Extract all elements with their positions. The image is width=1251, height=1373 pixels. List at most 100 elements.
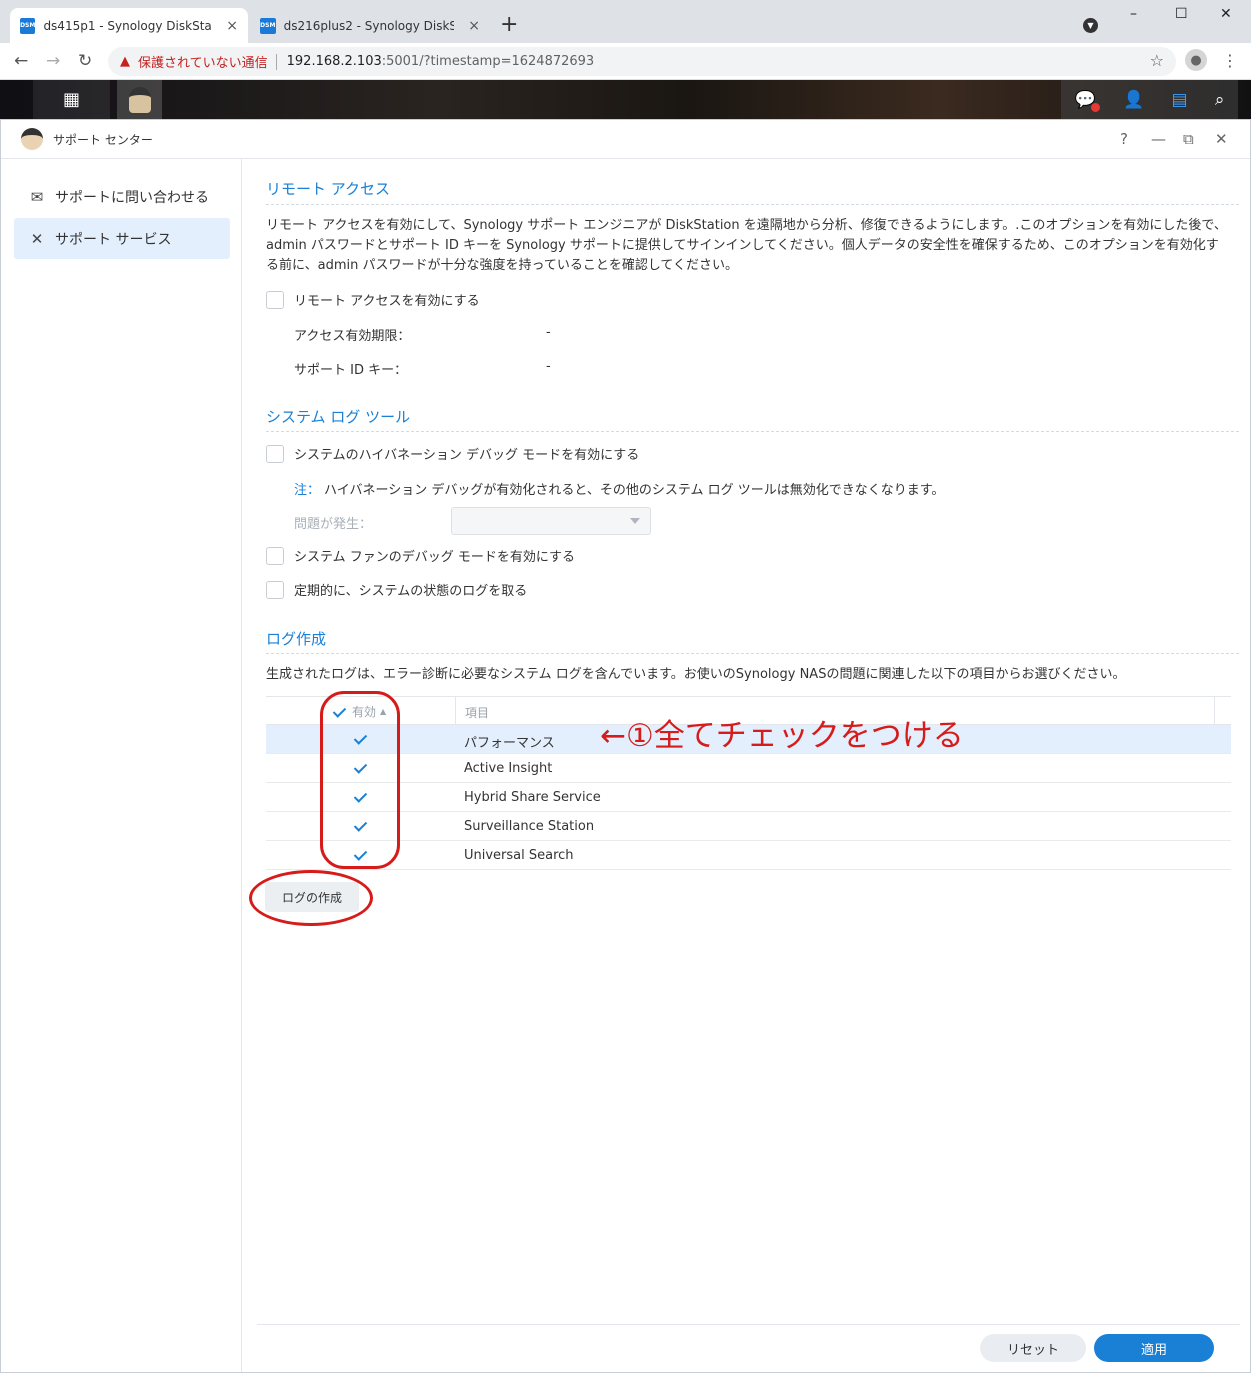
chevron-down-icon bbox=[630, 518, 640, 524]
section-divider bbox=[266, 653, 1239, 654]
hibernation-debug-option[interactable]: システムのハイバネーション デバッグ モードを有効にする bbox=[266, 444, 639, 463]
main-menu-grid-icon: ▦ bbox=[62, 89, 80, 110]
row-item-label: パフォーマンス bbox=[464, 736, 555, 751]
sidebar-item-support-services[interactable]: ✕ サポート サービス bbox=[14, 218, 230, 259]
periodic-log-checkbox[interactable] bbox=[266, 580, 284, 599]
hibernation-note: 注： ハイバネーション デバッグが有効化されると、その他のシステム ログ ツールは… bbox=[294, 479, 944, 498]
section-divider bbox=[266, 204, 1239, 205]
hibernation-debug-checkbox[interactable] bbox=[266, 444, 284, 463]
log-generation-description: 生成されたログは、エラー診断に必要なシステム ログを含んでいます。お使いのSyn… bbox=[266, 667, 1126, 682]
dsm-favicon-icon: DSM bbox=[20, 17, 36, 34]
user-icon[interactable]: 👤 bbox=[1123, 90, 1144, 110]
main-menu-button[interactable]: ▦ bbox=[33, 80, 110, 119]
reload-button[interactable]: ↻ bbox=[78, 51, 92, 71]
table-row[interactable]: Universal Search bbox=[266, 841, 1231, 870]
browser-tabbar: DSM ds415p1 - Synology DiskStation × DSM… bbox=[0, 0, 1251, 43]
checkbox-label: システム ファンのデバッグ モードを有効にする bbox=[294, 550, 576, 565]
remote-access-checkbox[interactable] bbox=[266, 290, 284, 309]
fan-debug-option[interactable]: システム ファンのデバッグ モードを有効にする bbox=[266, 546, 575, 565]
dsm-favicon-icon: DSM bbox=[260, 17, 276, 34]
restore-button[interactable]: ⧉ bbox=[1183, 130, 1194, 148]
tab-ds415p1[interactable]: DSM ds415p1 - Synology DiskStation × bbox=[10, 8, 248, 43]
sidebar-item-label: サポートに問い合わせる bbox=[55, 189, 209, 206]
dsm-taskbar: ▦ 💬 👤 ▤ ⌕ bbox=[0, 80, 1251, 119]
divider bbox=[275, 53, 277, 70]
tab-close-icon[interactable]: × bbox=[468, 18, 480, 34]
url-host: 192.168.2.103 bbox=[286, 54, 382, 69]
widgets-icon[interactable]: ▤ bbox=[1172, 90, 1188, 110]
annotation-oval-generate-button bbox=[249, 870, 373, 926]
annotation-text: ←①全てチェックをつける bbox=[600, 718, 964, 754]
dsm-tray: 💬 👤 ▤ ⌕ bbox=[1061, 80, 1238, 119]
minimize-button[interactable]: — bbox=[1151, 130, 1166, 148]
remote-access-description: リモート アクセスを有効にして、Synology サポート エンジニアが Dis… bbox=[266, 218, 1227, 273]
support-center-taskbar-button[interactable] bbox=[117, 80, 162, 119]
window-maximize-button[interactable]: ☐ bbox=[1175, 6, 1188, 22]
section-title-remote-access: リモート アクセス bbox=[266, 180, 391, 198]
section-title-log-generation: ログ作成 bbox=[266, 630, 327, 648]
table-row[interactable]: Active Insight bbox=[266, 754, 1231, 783]
forward-button[interactable]: → bbox=[46, 51, 60, 71]
remote-access-option[interactable]: リモート アクセスを有効にする bbox=[266, 290, 480, 309]
url-path: :5001/?timestamp=1624872693 bbox=[381, 54, 595, 69]
access-expiry-label: アクセス有効期限： bbox=[294, 329, 411, 344]
column-divider bbox=[455, 697, 456, 725]
browser-toolbar: ← → ↻ ▲ 保護されていない通信 192.168.2.103 :5001/?… bbox=[0, 43, 1251, 80]
help-button[interactable]: ? bbox=[1120, 130, 1128, 148]
support-id-value: - bbox=[546, 359, 551, 374]
search-icon[interactable]: ⌕ bbox=[1215, 90, 1225, 110]
new-tab-button[interactable]: + bbox=[500, 12, 518, 37]
support-center-app-icon bbox=[128, 86, 151, 113]
fan-debug-checkbox[interactable] bbox=[266, 546, 284, 565]
tab-ds216plus2[interactable]: DSM ds216plus2 - Synology DiskStatio × bbox=[250, 8, 490, 43]
checkbox-label: 定期的に、システムの状態のログを取る bbox=[294, 584, 528, 599]
support-id-label: サポート ID キー： bbox=[294, 363, 408, 378]
notification-dot bbox=[1090, 102, 1100, 112]
mail-icon: ✉ bbox=[30, 187, 44, 206]
apply-button[interactable]: 適用 bbox=[1094, 1334, 1214, 1362]
window-minimize-button[interactable]: – bbox=[1130, 6, 1137, 22]
footer-divider bbox=[257, 1324, 1240, 1325]
tools-icon: ✕ bbox=[30, 229, 44, 248]
bookmark-star-icon[interactable]: ☆ bbox=[1150, 51, 1164, 70]
tab-title: ds216plus2 - Synology DiskStatio bbox=[283, 18, 455, 33]
window-titlebar: サポート センター ? — ⧉ ✕ bbox=[1, 120, 1250, 159]
back-button[interactable]: ← bbox=[14, 51, 28, 71]
row-item-label: Universal Search bbox=[464, 848, 574, 863]
row-item-label: Hybrid Share Service bbox=[464, 790, 601, 805]
note-text: ハイバネーション デバッグが有効化されると、その他のシステム ログ ツールは無効… bbox=[324, 483, 945, 498]
sidebar-item-contact-support[interactable]: ✉ サポートに問い合わせる bbox=[14, 176, 230, 217]
section-title-system-log: システム ログ ツール bbox=[266, 408, 411, 426]
table-row[interactable]: Hybrid Share Service bbox=[266, 783, 1231, 812]
close-button[interactable]: ✕ bbox=[1215, 130, 1228, 148]
address-bar[interactable]: ▲ 保護されていない通信 192.168.2.103 :5001/?timest… bbox=[108, 47, 1176, 76]
sidebar-item-label: サポート サービス bbox=[55, 231, 172, 248]
periodic-log-option[interactable]: 定期的に、システムの状態のログを取る bbox=[266, 580, 527, 599]
checkbox-label: システムのハイバネーション デバッグ モードを有効にする bbox=[294, 448, 640, 463]
checkbox-label: リモート アクセスを有効にする bbox=[294, 294, 480, 309]
tab-close-icon[interactable]: × bbox=[226, 18, 238, 34]
access-expiry-value: - bbox=[546, 325, 551, 340]
issue-occurred-select[interactable] bbox=[451, 507, 651, 535]
tab-title: ds415p1 - Synology DiskStation bbox=[43, 18, 212, 33]
menu-kebab-icon[interactable]: ⋮ bbox=[1222, 51, 1238, 70]
reset-button[interactable]: リセット bbox=[980, 1334, 1086, 1362]
profile-icon[interactable]: ● bbox=[1185, 49, 1207, 71]
section-divider bbox=[266, 431, 1239, 432]
issue-occurred-label: 問題が発生： bbox=[294, 517, 373, 532]
notification-chat-icon[interactable]: 💬 bbox=[1075, 90, 1100, 112]
sidebar: ✉ サポートに問い合わせる ✕ サポート サービス bbox=[1, 159, 242, 1372]
not-secure-label[interactable]: 保護されていない通信 bbox=[138, 52, 268, 71]
window-title: サポート センター bbox=[53, 132, 153, 147]
row-item-label: Surveillance Station bbox=[464, 819, 595, 834]
tab-search-icon[interactable]: ▼ bbox=[1083, 18, 1098, 33]
note-tag: 注： bbox=[294, 483, 321, 498]
support-center-app-icon bbox=[21, 128, 43, 150]
warning-icon: ▲ bbox=[120, 54, 130, 69]
column-header-item[interactable]: 項目 bbox=[465, 704, 489, 721]
table-row[interactable]: Surveillance Station bbox=[266, 812, 1231, 841]
row-item-label: Active Insight bbox=[464, 761, 553, 776]
annotation-oval-checkboxes bbox=[320, 691, 400, 869]
window-close-button[interactable]: ✕ bbox=[1220, 6, 1232, 22]
column-divider bbox=[1214, 697, 1215, 725]
